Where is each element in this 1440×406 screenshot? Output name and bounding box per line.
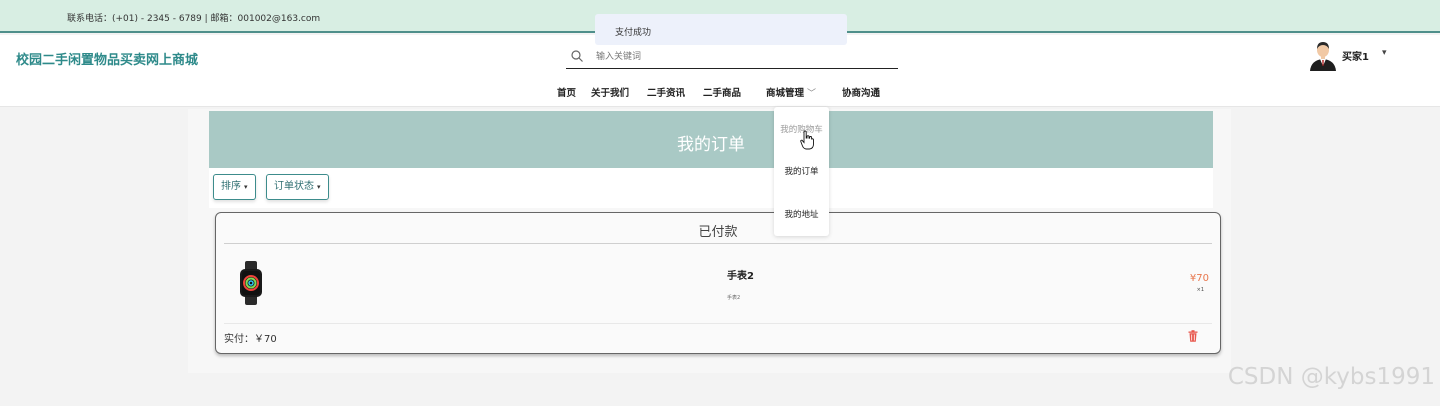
search-box [566, 45, 898, 69]
nav-item-negotiation[interactable]: 协商沟通 [842, 85, 880, 99]
nav-item-products[interactable]: 二手商品 [703, 85, 741, 99]
nav-item-home[interactable]: 首页 [557, 85, 576, 99]
caret-down-icon: ▾ [244, 183, 248, 191]
toast-message: 支付成功 [615, 28, 652, 38]
nav-item-about[interactable]: 关于我们 [591, 85, 629, 99]
order-status-filter-button[interactable]: 订单状态 ▾ [266, 174, 329, 200]
avatar-icon[interactable] [1308, 39, 1338, 71]
paid-total: 实付：￥70 [224, 334, 277, 345]
order-status: 已付款 [698, 225, 738, 240]
trash-icon[interactable] [1188, 330, 1198, 342]
mall-management-dropdown: 我的购物车 我的订单 我的地址 [774, 107, 829, 236]
watch-image[interactable] [238, 261, 264, 305]
order-card: 已付款 手表2 手表2 ¥70 ×1 实付：￥70 [215, 212, 1221, 354]
user-name: 买家1 [1342, 52, 1369, 63]
payment-success-toast: 支付成功 [595, 14, 847, 45]
hand-cursor-icon [800, 130, 814, 150]
search-input[interactable] [596, 49, 886, 65]
dropdown-item-my-address[interactable]: 我的地址 [774, 208, 829, 220]
sort-button[interactable]: 排序 ▾ [213, 174, 256, 200]
order-status-filter-label: 订单状态 [274, 181, 314, 192]
site-title[interactable]: 校园二手闲置物品买卖网上商城 [16, 49, 198, 68]
product-description: 手表2 [727, 295, 741, 301]
page-title: 我的订单 [677, 135, 745, 155]
sort-button-label: 排序 [221, 181, 241, 192]
nav-item-mall-management-label: 商城管理 [766, 88, 805, 99]
divider [224, 243, 1212, 244]
contact-info: 联系电话：(+01) - 2345 - 6789 | 邮箱：001002@163… [67, 14, 321, 24]
product-name[interactable]: 手表2 [727, 267, 754, 282]
product-price: ¥70 [1189, 273, 1209, 284]
watermark: CSDN @kybs1991 [1227, 364, 1435, 390]
chevron-down-icon: ﹀ [807, 89, 817, 99]
site-header: 校园二手闲置物品买卖网上商城 首页 关于我们 二手资讯 二手商品 商城管理﹀ 协… [0, 35, 1440, 107]
search-icon[interactable] [570, 49, 584, 63]
caret-down-icon: ▾ [317, 183, 321, 191]
user-caret-icon: ▾ [1382, 48, 1387, 58]
divider [224, 323, 1212, 324]
page-banner: 我的订单 [209, 111, 1213, 168]
nav-item-mall-management[interactable]: 商城管理 ﹀ [766, 85, 816, 99]
nav-item-news[interactable]: 二手资讯 [647, 85, 685, 99]
product-quantity: ×1 [1196, 287, 1204, 293]
dropdown-item-my-orders[interactable]: 我的订单 [774, 165, 829, 177]
filter-bar [209, 168, 1213, 208]
